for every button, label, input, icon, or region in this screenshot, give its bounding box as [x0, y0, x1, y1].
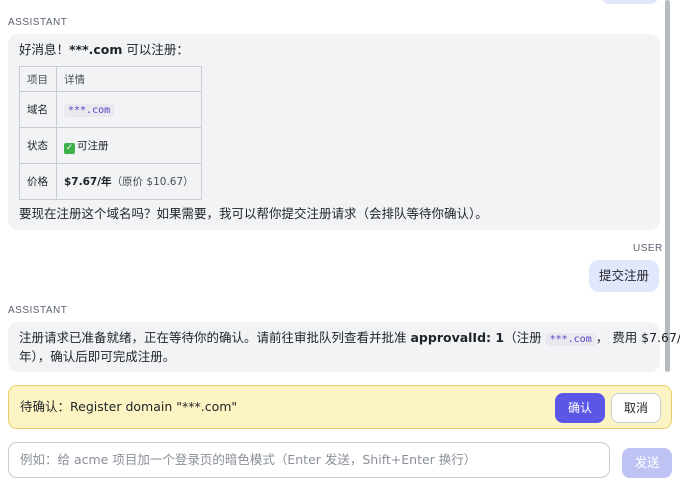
user-message-1: 提交注册: [589, 260, 659, 292]
previous-user-bubble: [602, 0, 658, 4]
domain-code: ***.com: [64, 103, 115, 117]
intro-domain: ***.com: [69, 42, 123, 57]
domain-detail-table: 项目 详情 域名 ***.com 状态 ✓ 可注册 价格 $7.67/年（原价 $…: [19, 66, 202, 200]
table-header-row: 项目 详情: [19, 66, 202, 92]
pending-confirmation-label: 待确认：Register domain "***.com": [20, 399, 238, 414]
status-value: 可注册: [77, 139, 109, 152]
line1-text-a: 注册请求已准备就绪，正在等待你的确认。请前往审批队列查看并批准: [19, 330, 411, 345]
user-role-label: USER: [633, 243, 663, 254]
assistant-message-1: 好消息！***.com 可以注册： 项目 详情 域名 ***.com 状态 ✓ 可…: [8, 34, 660, 230]
row-value: ***.com: [56, 91, 202, 128]
table-row: 状态 ✓ 可注册: [19, 127, 202, 164]
confirm-button[interactable]: 确认: [555, 393, 605, 423]
table-row: 域名 ***.com: [19, 91, 202, 128]
assistant-role-label: ASSISTANT: [8, 17, 68, 28]
domain-code: ***.com: [545, 333, 596, 346]
price-value: $7.67/年: [64, 176, 112, 188]
assistant-message-2: 注册请求已准备就绪，正在等待你的确认。请前往审批队列查看并批准 approval…: [8, 322, 680, 372]
user-message-text: 提交注册: [598, 268, 649, 283]
intro-prefix: 好消息！: [19, 42, 70, 57]
pending-confirmation-bar: 待确认：Register domain "***.com" 确认 取消: [8, 385, 672, 429]
check-icon: ✓: [64, 142, 75, 154]
message-outro: 要现在注册这个域名吗？如果需要，我可以帮你提交注册请求（会排队等待你确认）。: [19, 206, 488, 221]
row-label: 域名: [19, 91, 57, 128]
row-value: ✓ 可注册: [56, 127, 202, 164]
cancel-button[interactable]: 取消: [611, 393, 661, 423]
table-header-detail: 详情: [56, 66, 202, 92]
scrollbar-thumb[interactable]: [665, 0, 670, 372]
line1-text-c: ， 费用 $7.67/: [595, 330, 680, 345]
chat-scrollbar[interactable]: [665, 0, 680, 372]
approval-id: approvalId: 1: [410, 330, 505, 345]
send-button[interactable]: 发送: [622, 448, 672, 478]
line1-text-b: （注册: [504, 330, 546, 345]
table-row: 价格 $7.67/年（原价 $10.67）: [19, 163, 202, 200]
price-note: （原价 $10.67）: [111, 176, 194, 188]
row-label: 状态: [19, 127, 57, 164]
intro-suffix: 可以注册：: [122, 42, 189, 57]
message-intro: 好消息！***.com 可以注册：: [19, 41, 189, 59]
assistant-role-label: ASSISTANT: [8, 305, 68, 316]
message-line-1: 注册请求已准备就绪，正在等待你的确认。请前往审批队列查看并批准 approval…: [19, 329, 680, 349]
row-value: $7.67/年（原价 $10.67）: [56, 163, 202, 200]
message-line-2: 年），确认后即可完成注册。: [19, 349, 176, 364]
row-label: 价格: [19, 163, 57, 200]
message-input[interactable]: 例如：给 acme 项目加一个登录页的暗色模式（Enter 发送，Shift+E…: [8, 442, 610, 478]
table-header-item: 项目: [19, 66, 57, 92]
